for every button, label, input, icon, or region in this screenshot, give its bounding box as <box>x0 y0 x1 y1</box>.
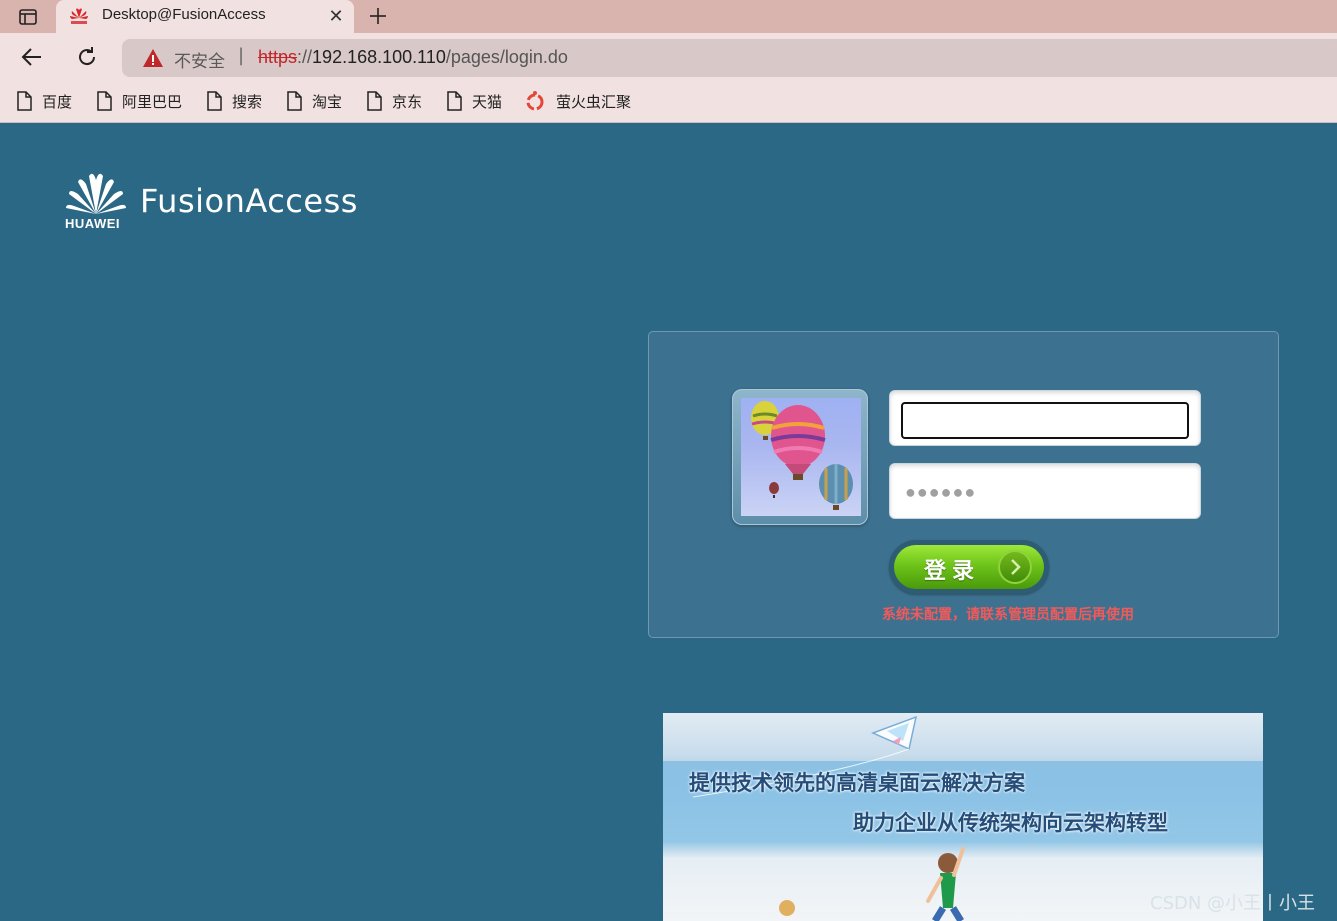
url-path: /pages/login.do <box>445 47 568 67</box>
url-host: 192.168.100.110 <box>312 47 446 67</box>
huawei-logo-icon <box>66 173 126 214</box>
balloon-avatar-image <box>741 398 861 516</box>
address-separator: | <box>238 45 245 66</box>
tab-close-icon[interactable]: ✕ <box>324 4 348 28</box>
page-icon <box>207 91 222 111</box>
logo-brand-text: HUAWEI <box>65 216 120 231</box>
csdn-watermark: CSDN @小王丨小王 <box>1150 893 1316 914</box>
avatar <box>732 389 868 525</box>
reload-icon <box>79 47 96 66</box>
password-field-frame <box>889 463 1201 519</box>
banner-subheadline: 助力企业从传统架构向云架构转型 <box>853 811 1168 835</box>
bookmark-label: 百度 <box>42 92 73 111</box>
login-button-face: 登录 <box>894 545 1044 589</box>
browser-tab-active[interactable]: Desktop@FusionAccess ✕ <box>56 0 354 33</box>
username-input[interactable] <box>901 402 1189 439</box>
reload-button[interactable] <box>73 43 101 71</box>
new-tab-button[interactable] <box>364 2 392 30</box>
bookmark-item[interactable]: 京东 <box>366 89 422 113</box>
tab-actions-icon <box>19 8 37 25</box>
bookmark-label: 萤火虫汇聚 <box>556 92 632 111</box>
bookmarks-bar: 百度 阿里巴巴 搜索 淘宝 京东 天猫 萤火虫汇聚 <box>0 81 1337 123</box>
banner-headline: 提供技术领先的高清桌面云解决方案 <box>689 771 1025 795</box>
tab-title: Desktop@FusionAccess <box>102 6 266 23</box>
bookmark-item[interactable]: 天猫 <box>446 89 502 113</box>
back-button[interactable] <box>18 43 46 71</box>
page-icon <box>287 91 302 111</box>
tab-actions-button[interactable] <box>8 3 48 30</box>
bookmark-item[interactable]: 萤火虫汇聚 <box>524 89 631 113</box>
bookmark-label: 淘宝 <box>312 92 343 111</box>
chevron-right-icon <box>998 550 1032 584</box>
login-button[interactable]: 登录 <box>889 540 1049 594</box>
page-icon <box>97 91 112 111</box>
bookmark-item[interactable]: 淘宝 <box>286 89 342 113</box>
bookmark-item[interactable]: 搜索 <box>206 89 262 113</box>
fusionaccess-logo: HUAWEI FusionAccess <box>64 168 357 234</box>
url-scheme-sep: :// <box>297 47 313 67</box>
tab-bar: Desktop@FusionAccess ✕ <box>0 0 1337 33</box>
bookmark-item[interactable]: 百度 <box>16 89 72 113</box>
bookmark-label: 京东 <box>392 92 423 111</box>
password-input[interactable] <box>901 475 1189 509</box>
huawei-favicon-icon <box>70 8 88 24</box>
firefly-icon <box>526 91 544 111</box>
security-label[interactable]: 不安全 <box>174 47 225 72</box>
login-button-label: 登录 <box>924 559 981 584</box>
bookmark-item[interactable]: 阿里巴巴 <box>96 89 182 113</box>
warning-triangle-icon <box>143 49 163 67</box>
login-panel: 登录 系统未配置，请联系管理员配置后再使用 <box>648 331 1279 638</box>
url-text[interactable]: https://192.168.100.110/pages/login.do <box>258 47 568 68</box>
page-icon <box>367 91 382 111</box>
hot-air-balloons-icon <box>751 401 853 510</box>
plus-icon <box>370 8 386 24</box>
browser-toolbar: 不安全 | https://192.168.100.110/pages/logi… <box>0 33 1337 81</box>
page-icon <box>447 91 462 111</box>
back-arrow-icon <box>21 48 41 66</box>
logo-product-name: FusionAccess <box>140 182 358 220</box>
bookmark-label: 搜索 <box>232 92 263 111</box>
bookmark-label: 阿里巴巴 <box>122 92 183 111</box>
bookmark-label: 天猫 <box>472 92 503 111</box>
error-message: 系统未配置，请联系管理员配置后再使用 <box>882 607 1134 623</box>
username-field-frame <box>889 390 1201 446</box>
url-scheme: https <box>258 47 298 67</box>
page-icon <box>17 91 32 111</box>
address-bar[interactable]: 不安全 | https://192.168.100.110/pages/logi… <box>122 39 1337 77</box>
